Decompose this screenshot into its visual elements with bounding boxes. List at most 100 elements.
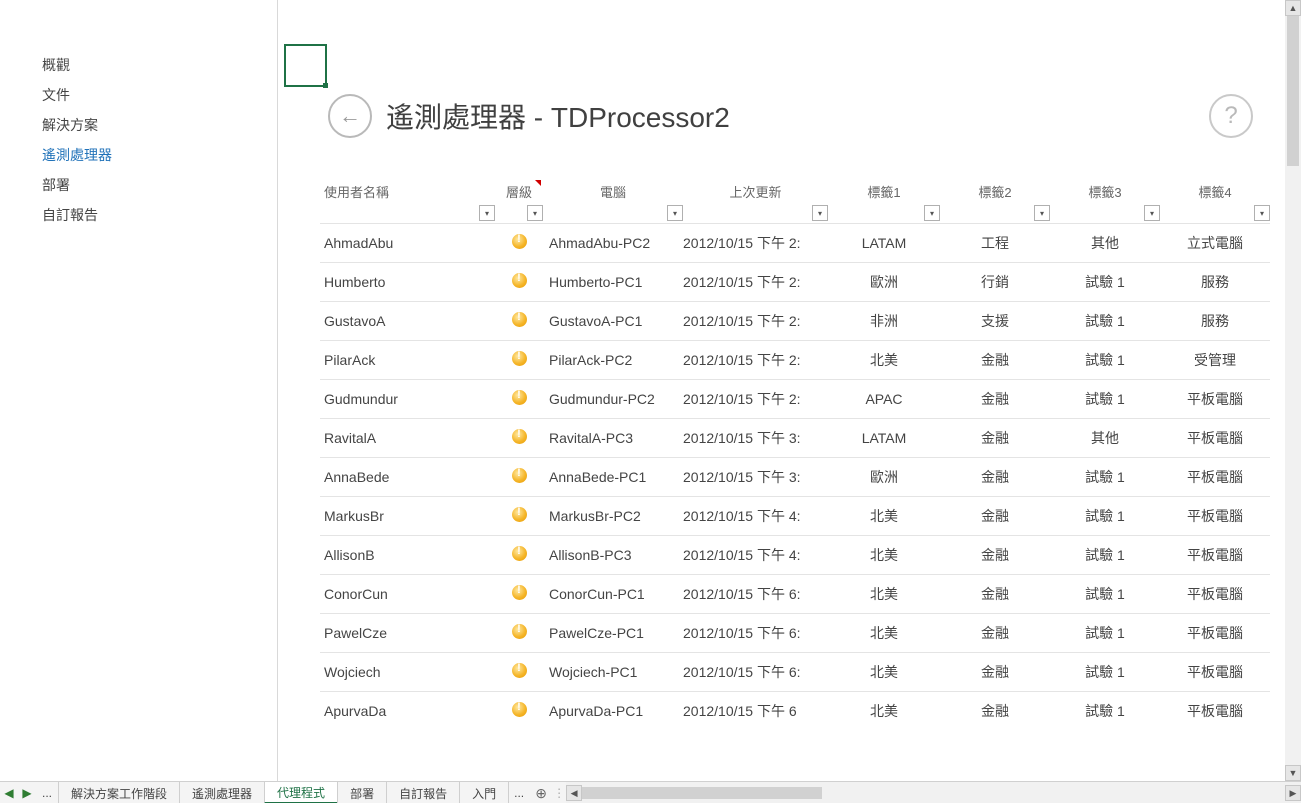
table-cell[interactable]: APAC [828,380,940,419]
vscroll-track[interactable] [1285,16,1301,765]
table-cell[interactable]: Humberto-PC1 [543,263,683,302]
scroll-down-button[interactable]: ▼ [1285,765,1301,781]
tier-cell[interactable] [495,692,543,731]
table-cell[interactable]: 2012/10/15 下午 2: [683,263,828,302]
table-cell[interactable]: 2012/10/15 下午 6: [683,653,828,692]
table-cell[interactable]: 平板電腦 [1160,692,1270,731]
table-cell[interactable]: 2012/10/15 下午 2: [683,302,828,341]
table-cell[interactable]: 金融 [940,458,1050,497]
table-cell[interactable]: 金融 [940,692,1050,731]
table-cell[interactable]: AhmadAbu-PC2 [543,224,683,263]
table-cell[interactable]: 2012/10/15 下午 2: [683,341,828,380]
table-cell[interactable]: 北美 [828,575,940,614]
table-cell[interactable]: Humberto [320,263,495,302]
table-row[interactable]: GudmundurGudmundur-PC22012/10/15 下午 2:AP… [320,380,1270,419]
tabs-scroll-right[interactable]: ▶ [18,782,36,803]
cell-selection-box[interactable] [284,44,327,87]
sidebar-item-0[interactable]: 概觀 [0,50,277,80]
table-cell[interactable]: 金融 [940,419,1050,458]
tier-cell[interactable] [495,302,543,341]
hscroll-thumb[interactable] [582,787,822,799]
table-cell[interactable]: 非洲 [828,302,940,341]
table-row[interactable]: WojciechWojciech-PC12012/10/15 下午 6:北美金融… [320,653,1270,692]
table-row[interactable]: ConorCunConorCun-PC12012/10/15 下午 6:北美金融… [320,575,1270,614]
tier-cell[interactable] [495,263,543,302]
table-cell[interactable]: 2012/10/15 下午 3: [683,419,828,458]
filter-dropdown-button[interactable]: ▾ [479,205,495,221]
tier-cell[interactable] [495,497,543,536]
table-cell[interactable]: 北美 [828,497,940,536]
sheet-tab-4[interactable]: 自訂報告 [386,782,460,803]
tier-cell[interactable] [495,614,543,653]
table-cell[interactable]: MarkusBr-PC2 [543,497,683,536]
table-row[interactable]: PilarAckPilarAck-PC22012/10/15 下午 2:北美金融… [320,341,1270,380]
table-cell[interactable]: 金融 [940,653,1050,692]
table-cell[interactable]: 試驗 1 [1050,497,1160,536]
table-cell[interactable]: PawelCze [320,614,495,653]
tier-cell[interactable] [495,653,543,692]
filter-dropdown-button[interactable]: ▾ [667,205,683,221]
table-row[interactable]: Humberto Humberto-PC12012/10/15 下午 2:歐洲行銷… [320,263,1270,302]
table-cell[interactable]: Gudmundur [320,380,495,419]
table-cell[interactable]: LATAM [828,419,940,458]
table-cell[interactable]: 試驗 1 [1050,380,1160,419]
table-cell[interactable]: 平板電腦 [1160,614,1270,653]
table-cell[interactable]: PilarAck [320,341,495,380]
sidebar-item-4[interactable]: 部署 [0,170,277,200]
sheet-tab-1[interactable]: 遙測處理器 [179,782,265,803]
table-cell[interactable]: 2012/10/15 下午 6: [683,614,828,653]
table-cell[interactable]: ConorCun [320,575,495,614]
table-cell[interactable]: RavitalA-PC3 [543,419,683,458]
filter-dropdown-button[interactable]: ▾ [812,205,828,221]
filter-dropdown-button[interactable]: ▾ [1254,205,1270,221]
vscroll-thumb[interactable] [1287,16,1299,166]
table-cell[interactable]: 其他 [1050,419,1160,458]
table-row[interactable]: RavitalARavitalA-PC32012/10/15 下午 3:LATA… [320,419,1270,458]
table-cell[interactable]: Wojciech [320,653,495,692]
table-cell[interactable]: 平板電腦 [1160,536,1270,575]
table-cell[interactable]: 試驗 1 [1050,302,1160,341]
sidebar-item-1[interactable]: 文件 [0,80,277,110]
sidebar-item-3[interactable]: 遙測處理器 [0,140,277,170]
table-cell[interactable]: AllisonB [320,536,495,575]
table-cell[interactable]: 支援 [940,302,1050,341]
tier-cell[interactable] [495,419,543,458]
table-cell[interactable]: 平板電腦 [1160,653,1270,692]
table-row[interactable]: GustavoAGustavoA-PC12012/10/15 下午 2:非洲支援… [320,302,1270,341]
hscroll-left-button[interactable]: ◀ [566,785,582,801]
horizontal-scrollbar[interactable]: ◀ ▶ [566,782,1301,803]
table-cell[interactable]: 歐洲 [828,263,940,302]
table-cell[interactable]: 2012/10/15 下午 3: [683,458,828,497]
table-cell[interactable]: PawelCze-PC1 [543,614,683,653]
table-cell[interactable]: AnnaBede-PC1 [543,458,683,497]
table-cell[interactable]: 試驗 1 [1050,614,1160,653]
table-cell[interactable]: Gudmundur-PC2 [543,380,683,419]
table-cell[interactable]: 2012/10/15 下午 4: [683,497,828,536]
sidebar-item-5[interactable]: 自訂報告 [0,200,277,230]
table-cell[interactable]: 2012/10/15 下午 2: [683,224,828,263]
filter-dropdown-button[interactable]: ▾ [527,205,543,221]
table-row[interactable]: MarkusBrMarkusBr-PC22012/10/15 下午 4:北美金融… [320,497,1270,536]
table-row[interactable]: AllisonBAllisonB-PC32012/10/15 下午 4:北美金融… [320,536,1270,575]
table-cell[interactable]: 工程 [940,224,1050,263]
sheet-tab-5[interactable]: 入門 [459,782,509,803]
table-row[interactable]: ApurvaDaApurvaDa-PC12012/10/15 下午 6北美金融試… [320,692,1270,731]
table-cell[interactable]: 金融 [940,614,1050,653]
table-cell[interactable]: AllisonB-PC3 [543,536,683,575]
table-cell[interactable]: 受管理 [1160,341,1270,380]
table-cell[interactable]: 2012/10/15 下午 6: [683,575,828,614]
table-cell[interactable]: 金融 [940,497,1050,536]
hscroll-track[interactable] [582,786,1285,800]
table-cell[interactable]: 歐洲 [828,458,940,497]
sheet-tab-3[interactable]: 部署 [337,782,387,803]
vertical-scrollbar[interactable]: ▲ ▼ [1285,0,1301,781]
sheet-tab-2[interactable]: 代理程式 [264,782,338,803]
table-cell[interactable]: 其他 [1050,224,1160,263]
tier-cell[interactable] [495,380,543,419]
table-cell[interactable]: 試驗 1 [1050,692,1160,731]
table-cell[interactable]: 金融 [940,536,1050,575]
table-cell[interactable]: AnnaBede [320,458,495,497]
table-cell[interactable]: 行銷 [940,263,1050,302]
table-cell[interactable]: 北美 [828,341,940,380]
tabs-more-prefix[interactable]: ... [36,782,58,803]
